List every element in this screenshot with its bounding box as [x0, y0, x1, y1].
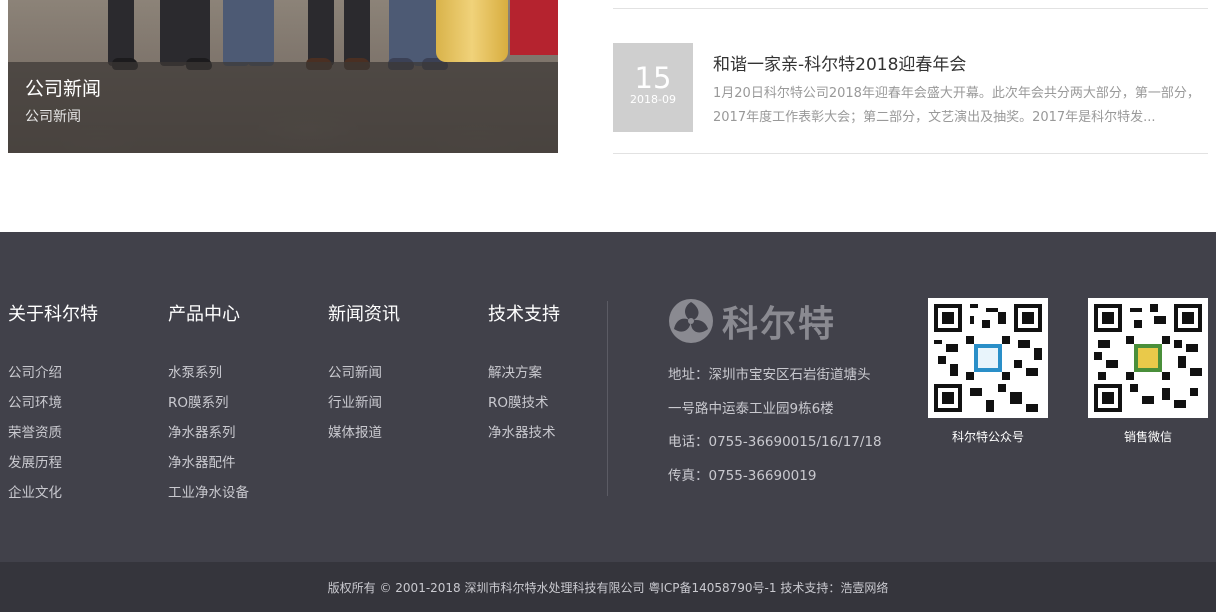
news-date-year-month: 2018-09 — [630, 93, 676, 106]
footer-link[interactable]: 媒体报道 — [328, 421, 382, 441]
qr-label-sales-wechat: 销售微信 — [1123, 430, 1172, 444]
footer-link[interactable]: RO膜技术 — [488, 391, 549, 411]
footer-col-title-support[interactable]: 技术支持 — [488, 300, 560, 326]
news-date-day: 15 — [634, 61, 672, 95]
footer-vertical-divider — [607, 301, 608, 496]
footer-link[interactable]: 净水器技术 — [488, 421, 556, 441]
copyright-text: 版权所有 © 2001-2018 深圳市科尔特水处理科技有限公司 粤ICP备14… — [327, 581, 889, 595]
footer-link[interactable]: 荣誉资质 — [8, 421, 62, 441]
logo-text: 科尔特 — [722, 304, 837, 345]
photo-person — [344, 0, 370, 66]
qr-code-sales-wechat — [1088, 298, 1208, 418]
footer-link[interactable]: 公司新闻 — [328, 361, 382, 381]
footer-link[interactable]: 发展历程 — [8, 451, 62, 471]
footer-link[interactable]: 工业净水设备 — [168, 481, 249, 501]
photo-person — [248, 0, 274, 66]
qr-code-official-account — [928, 298, 1048, 418]
qr-code-icon — [1094, 304, 1202, 412]
photo-person — [308, 0, 334, 66]
footer-link[interactable]: 企业文化 — [8, 481, 62, 501]
featured-subtitle: 公司新闻 — [25, 109, 81, 125]
footer-link[interactable]: 公司介绍 — [8, 361, 62, 381]
news-divider — [613, 153, 1208, 154]
footer-col-title-news[interactable]: 新闻资讯 — [328, 300, 400, 326]
photo-person — [184, 0, 210, 66]
contact-phone: 电话：0755-36690015/16/17/18 — [668, 434, 882, 450]
contact-address: 地址：深圳市宝安区石岩街道塘头 — [668, 367, 871, 383]
contact-fax: 传真：0755-36690019 — [668, 468, 817, 484]
logo-swirl-icon — [669, 299, 713, 343]
news-title-link[interactable]: 和谐一家亲-科尔特2018迎春年会 — [713, 50, 966, 75]
news-description: 1月20日科尔特公司2018年迎春年会盛大开幕。此次年会共分两大部分，第一部分，… — [713, 86, 1200, 125]
news-date-badge: 15 2018-09 — [613, 43, 693, 132]
photo-person — [160, 0, 186, 66]
news-divider — [613, 8, 1208, 9]
photo-red-panel — [510, 0, 558, 55]
footer-link[interactable]: 水泵系列 — [168, 361, 222, 381]
footer-logo: 科尔特 — [668, 296, 836, 346]
footer-link[interactable]: 公司环境 — [8, 391, 62, 411]
contact-address-cont: 一号路中运泰工业园9栋6楼 — [668, 401, 834, 417]
footer-link[interactable]: 净水器配件 — [168, 451, 236, 471]
qr-code-icon — [934, 304, 1042, 412]
photo-person — [108, 0, 134, 66]
photo-person — [223, 0, 249, 66]
footer-col-title-about[interactable]: 关于科尔特 — [8, 300, 98, 326]
qr-label-official-account: 科尔特公众号 — [951, 430, 1024, 444]
footer-link[interactable]: 行业新闻 — [328, 391, 382, 411]
footer-link[interactable]: RO膜系列 — [168, 391, 229, 411]
featured-title[interactable]: 公司新闻 — [25, 74, 101, 101]
footer-col-title-products[interactable]: 产品中心 — [168, 300, 240, 326]
photo-person — [389, 0, 415, 66]
photo-yellow-dress — [436, 0, 508, 62]
footer-link[interactable]: 净水器系列 — [168, 421, 236, 441]
footer-link[interactable]: 解决方案 — [488, 361, 542, 381]
